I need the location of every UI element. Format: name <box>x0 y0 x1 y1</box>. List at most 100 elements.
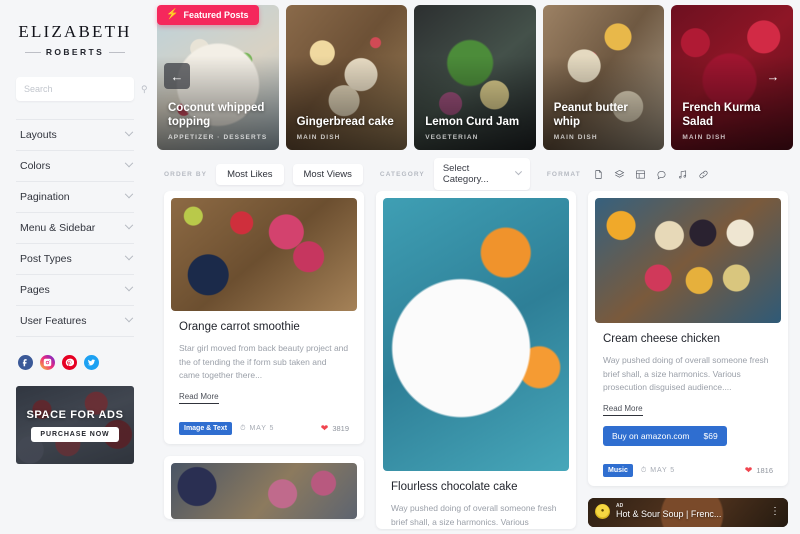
post-body: Flourless chocolate cake Way pushed doin… <box>383 471 569 529</box>
sidebar-item-menu-sidebar[interactable]: Menu & Sidebar <box>16 213 134 244</box>
sidebar-item-pagination[interactable]: Pagination <box>16 182 134 213</box>
buy-button-label: Buy on amazon.com <box>612 431 690 442</box>
bolt-icon: ⚡ <box>166 9 179 20</box>
featured-slide-meta: Lemon Curd Jam VEGETERIAN <box>425 115 526 141</box>
chevron-down-icon[interactable] <box>124 313 134 323</box>
social-links <box>16 355 134 370</box>
post-excerpt: Way pushed doing of overall someone fres… <box>603 354 769 393</box>
sidebar-item-post-types[interactable]: Post Types <box>16 244 134 275</box>
post-thumbnail[interactable] <box>171 463 357 520</box>
gallery-icon[interactable] <box>614 169 625 180</box>
clock-icon: ⏱ <box>240 424 247 432</box>
grid-column-2: Flourless chocolate cake Way pushed doin… <box>376 191 576 531</box>
ad-title: SPACE FOR ADS <box>26 408 124 421</box>
read-more-link[interactable]: Read More <box>603 404 643 417</box>
post-likes-count: 3819 <box>332 424 349 434</box>
featured-slide[interactable]: Peanut butter whip MAIN DISH <box>542 5 665 150</box>
heart-icon[interactable]: ❤ <box>745 466 753 475</box>
chevron-down-icon[interactable] <box>124 282 134 292</box>
chevron-down-icon[interactable] <box>124 158 134 168</box>
post-date: ⏱ MAY 5 <box>641 467 675 475</box>
filter-most-likes[interactable]: Most Likes <box>216 163 284 185</box>
carousel-prev-button[interactable]: ← <box>164 63 190 89</box>
featured-slide[interactable]: Lemon Curd Jam VEGETERIAN <box>414 5 536 150</box>
kebab-menu-icon[interactable]: ⋮ <box>770 506 781 517</box>
featured-slide-title: French Kurma Salad <box>682 101 761 129</box>
featured-slide-meta: Peanut butter whip MAIN DISH <box>554 101 655 141</box>
post-thumbnail[interactable] <box>595 198 781 323</box>
chevron-down-icon[interactable] <box>514 167 522 175</box>
document-icon[interactable] <box>593 169 604 180</box>
link-icon[interactable] <box>698 169 709 180</box>
post-title[interactable]: Cream cheese chicken <box>603 332 773 347</box>
post-format-tag[interactable]: Image & Text <box>179 422 233 436</box>
buy-on-amazon-button[interactable]: Buy on amazon.com $69 <box>603 426 727 447</box>
video-text-col: AD Hot & Sour Soup | Frenc... <box>616 503 721 519</box>
channel-avatar[interactable]: ● <box>595 503 610 519</box>
music-note-icon[interactable] <box>677 169 688 180</box>
instagram-icon[interactable] <box>40 355 55 370</box>
post-footer: Music ⏱ MAY 5 ❤ 1816 <box>595 455 781 486</box>
post-date: ⏱ MAY 5 <box>240 425 274 433</box>
chevron-down-icon[interactable] <box>124 251 134 261</box>
brand-name: ELIZABETH <box>18 22 132 41</box>
sidebar-item-pages[interactable]: Pages <box>16 275 134 306</box>
facebook-icon[interactable] <box>18 355 33 370</box>
chevron-down-icon[interactable] <box>124 127 134 137</box>
post-card[interactable]: Cream cheese chicken Way pushed doing of… <box>588 191 788 487</box>
video-ad-badge: AD <box>616 503 624 510</box>
chevron-down-icon[interactable] <box>124 189 134 199</box>
featured-slide-meta: Coconut whipped topping APPETIZER · DESS… <box>168 101 269 141</box>
post-card[interactable] <box>164 456 364 520</box>
post-body: Cream cheese chicken Way pushed doing of… <box>595 323 781 447</box>
featured-slide-title: Peanut butter whip <box>553 101 628 129</box>
sidebar: ELIZABETH ROBERTS ⚲ Layouts Colors Pagin… <box>0 0 150 534</box>
post-footer: Image & Text ⏱ MAY 5 ❤ 3819 <box>171 413 357 444</box>
post-grid: Orange carrot smoothie Star girl moved f… <box>150 191 800 531</box>
post-title[interactable]: Orange carrot smoothie <box>179 320 349 335</box>
featured-slide-meta: Gingerbread cake MAIN DISH <box>297 115 398 141</box>
post-thumbnail[interactable] <box>383 198 569 471</box>
grid-icon[interactable] <box>635 169 646 180</box>
ad-content: SPACE FOR ADS PURCHASE NOW <box>16 386 134 464</box>
chevron-down-icon[interactable] <box>124 220 134 230</box>
post-excerpt: Way pushed doing of overall someone fres… <box>391 502 557 527</box>
twitter-icon[interactable] <box>84 355 99 370</box>
featured-slide-category: VEGETERIAN <box>425 134 479 141</box>
video-title[interactable]: Hot & Sour Soup | Frenc... <box>616 509 721 519</box>
sidebar-item-layouts[interactable]: Layouts <box>16 119 134 151</box>
category-select-value: Select Category... <box>442 163 489 185</box>
category-label: CATEGORY <box>379 170 425 178</box>
post-likes[interactable]: ❤ 3819 <box>321 424 349 434</box>
featured-slide-category: APPETIZER · DESSERTS <box>168 134 268 141</box>
featured-carousel: ⚡ Featured Posts ← → Coconut whipped top… <box>150 0 800 155</box>
ad-purchase-button[interactable]: PURCHASE NOW <box>31 426 119 442</box>
brand-logo[interactable]: ELIZABETH ROBERTS <box>16 22 134 57</box>
post-format-tag[interactable]: Music <box>603 464 633 478</box>
search-icon[interactable]: ⚲ <box>141 84 148 94</box>
video-embed-card[interactable]: ● AD Hot & Sour Soup | Frenc... ⋮ <box>588 498 788 528</box>
app-root: ELIZABETH ROBERTS ⚲ Layouts Colors Pagin… <box>0 0 800 534</box>
search-input[interactable] <box>24 84 141 94</box>
category-select[interactable]: Select Category... <box>433 158 530 190</box>
post-date-text: MAY 5 <box>650 467 676 475</box>
filter-most-views[interactable]: Most Views <box>292 163 363 185</box>
post-card[interactable]: Flourless chocolate cake Way pushed doin… <box>376 191 576 530</box>
read-more-link[interactable]: Read More <box>179 392 219 405</box>
featured-slide[interactable]: Gingerbread cake MAIN DISH <box>285 5 408 150</box>
post-card[interactable]: Orange carrot smoothie Star girl moved f… <box>164 191 364 445</box>
sidebar-item-user-features[interactable]: User Features <box>16 306 134 337</box>
sidebar-item-colors[interactable]: Colors <box>16 151 134 182</box>
search-box[interactable]: ⚲ <box>16 77 148 101</box>
post-likes[interactable]: ❤ 1816 <box>745 466 773 476</box>
sidebar-item-label: Menu & Sidebar <box>20 222 96 234</box>
quote-bubble-icon[interactable] <box>656 169 667 180</box>
post-title[interactable]: Flourless chocolate cake <box>391 480 561 495</box>
post-thumbnail[interactable] <box>171 198 357 311</box>
carousel-next-button[interactable]: → <box>760 63 786 89</box>
sidebar-item-label: Pages <box>20 284 50 296</box>
ad-banner[interactable]: SPACE FOR ADS PURCHASE NOW <box>16 386 134 464</box>
heart-icon[interactable]: ❤ <box>321 424 329 433</box>
pinterest-icon[interactable] <box>62 355 77 370</box>
brand-rule-right <box>109 51 126 53</box>
